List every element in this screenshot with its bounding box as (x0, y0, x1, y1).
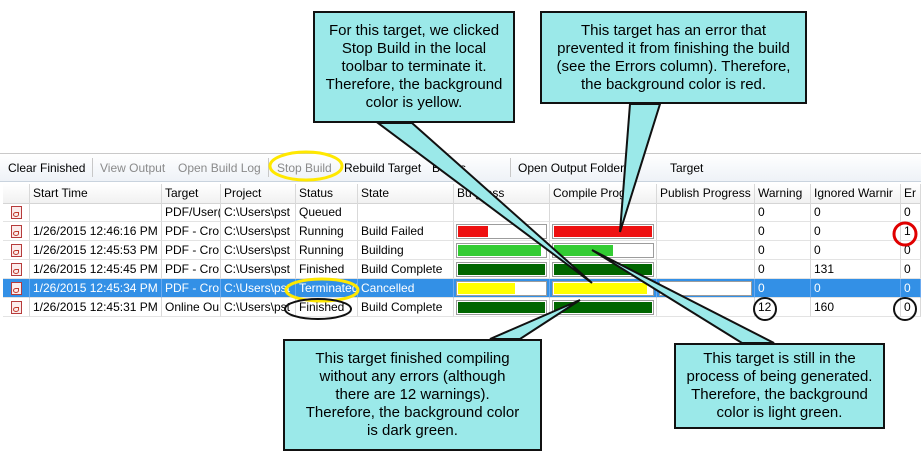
stop-build-highlight (268, 150, 344, 182)
callout-pointer-yellow (374, 122, 593, 284)
callout-pointer-dark-green (489, 299, 581, 340)
error-zero-highlight (893, 297, 917, 321)
error-count-highlight (892, 221, 918, 247)
callout-pointer-light-green (591, 249, 775, 344)
callout-pointer-red (619, 103, 662, 233)
annotation-overlay (268, 103, 918, 344)
warning-count-highlight (753, 297, 777, 321)
terminated-highlight (284, 277, 360, 303)
